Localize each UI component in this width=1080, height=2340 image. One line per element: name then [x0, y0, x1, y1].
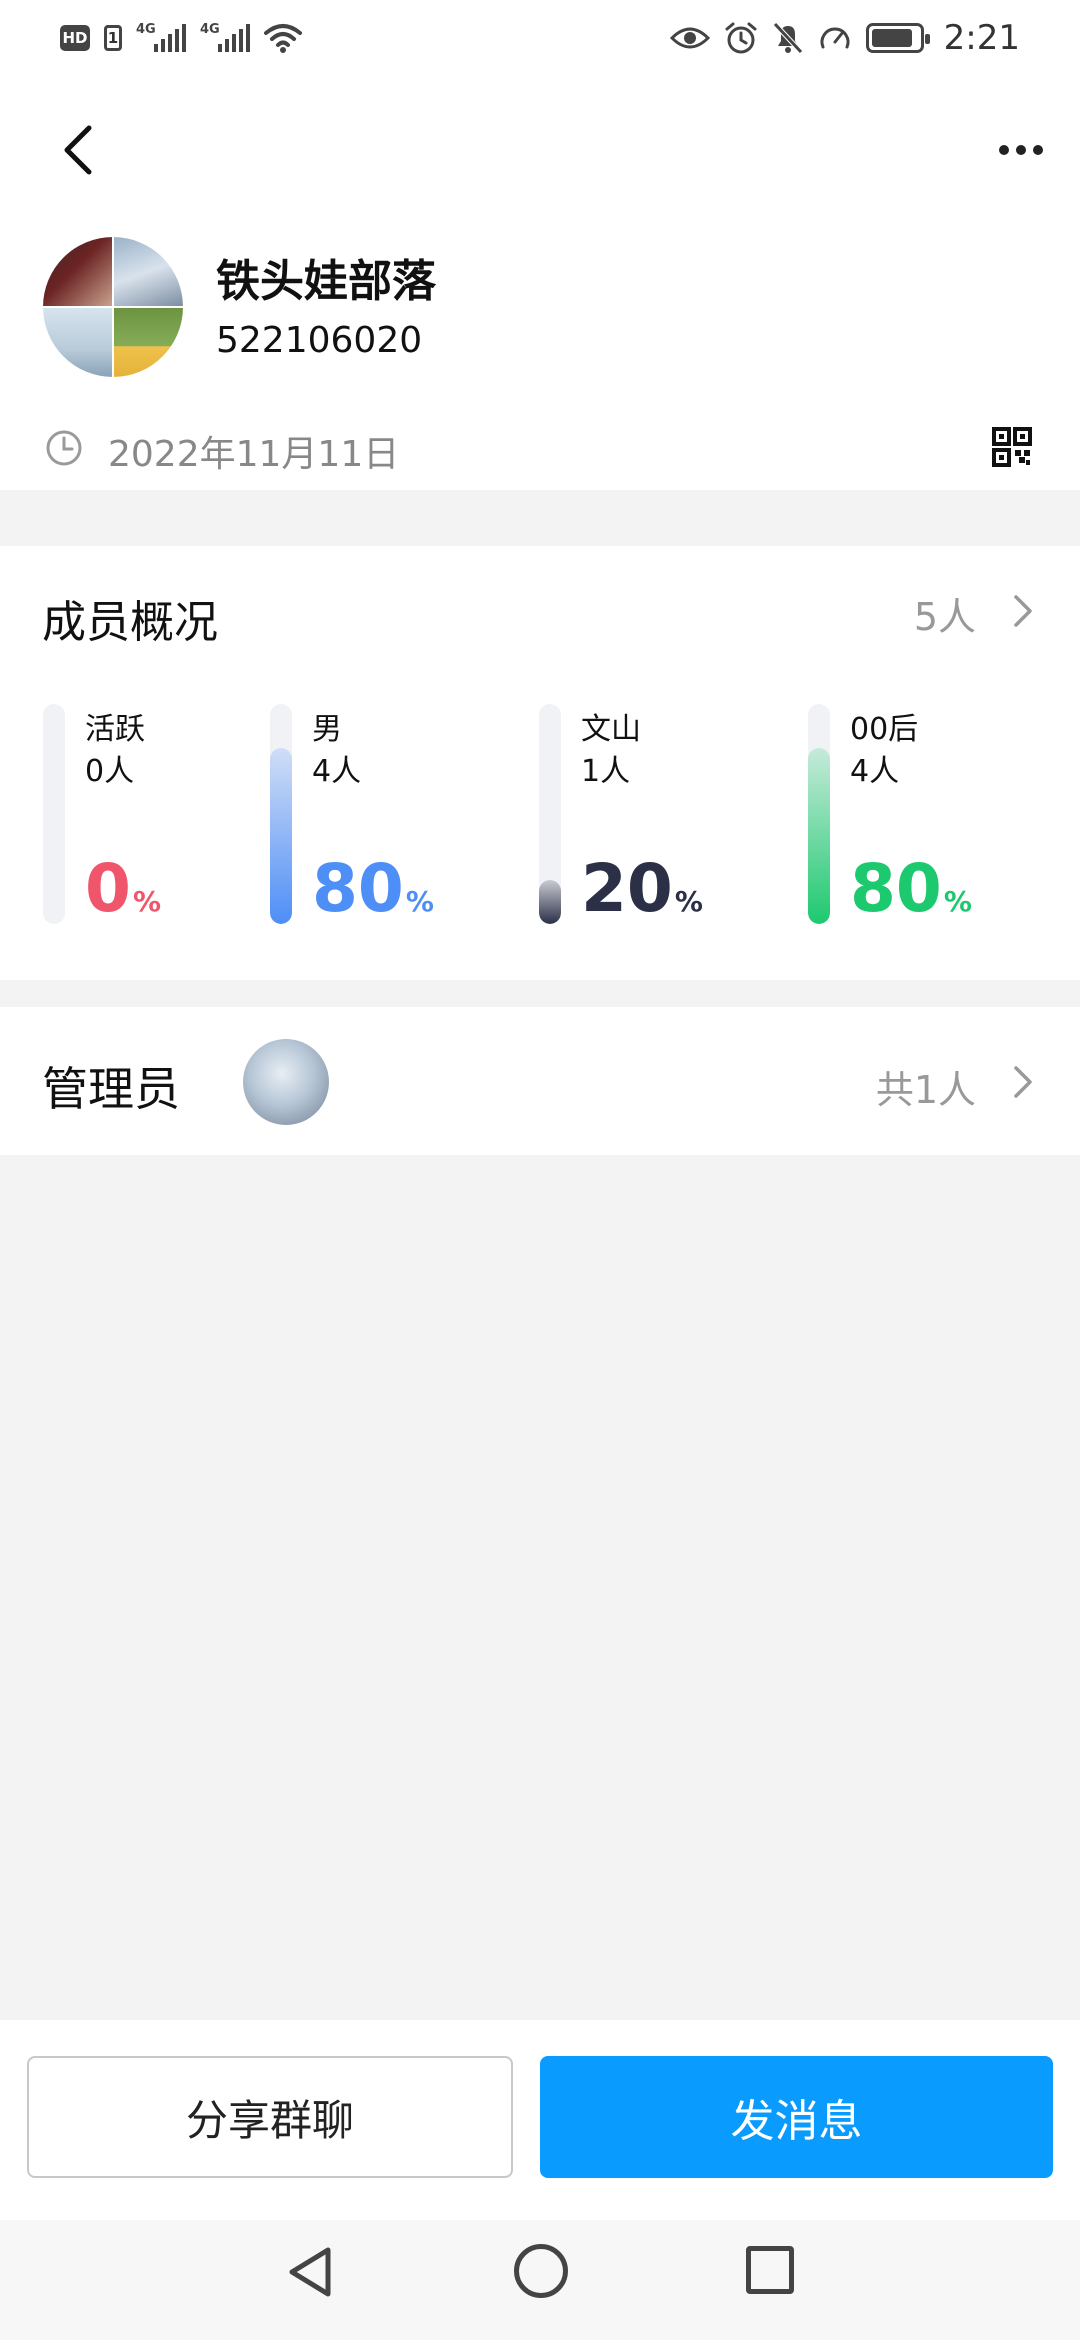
more-options-button[interactable]: [986, 125, 1056, 175]
status-bar: HD 1 4G 4G 2:21: [0, 0, 1080, 75]
signal-icon: 4G: [200, 21, 250, 52]
stat-percent-value: 80: [312, 850, 404, 927]
dot-icon: [1033, 145, 1043, 155]
members-title: 成员概况: [42, 597, 218, 648]
avatar-tile: [43, 308, 112, 377]
group-header-card: 铁头娃部落 522106020 2022年11月11日: [0, 75, 1080, 490]
stat-percent-value: 0: [85, 850, 131, 927]
stat-percent-unit: %: [674, 885, 703, 918]
share-group-button[interactable]: 分享群聊: [27, 2056, 513, 2178]
chevron-right-icon: [1014, 1066, 1032, 1098]
eye-icon: [669, 27, 710, 48]
speed-icon: [820, 27, 850, 48]
members-overview-card[interactable]: 成员概况 5人 活跃 0人 0% 男 4人 80% 文山 1人 20% 00后 …: [0, 546, 1080, 980]
network-type-1: 4G: [136, 21, 156, 37]
stat-male: 男 4人 80%: [270, 704, 470, 934]
alarm-icon: [725, 22, 757, 53]
stat-bar: [270, 748, 292, 924]
stat-label: 男: [312, 712, 342, 747]
system-nav-bar: [0, 2220, 1080, 2340]
mute-bell-icon: [772, 21, 803, 54]
stat-track: [43, 704, 65, 924]
created-date: 2022年11月11日: [108, 434, 400, 475]
signal-icon: 4G: [136, 21, 186, 52]
nav-recents-icon[interactable]: [746, 2246, 794, 2294]
status-right: 2:21: [669, 17, 1020, 58]
status-time: 2:21: [943, 17, 1020, 58]
stat-percent-unit: %: [943, 885, 972, 918]
chevron-right-icon: [1014, 595, 1032, 627]
stat-label: 活跃: [85, 712, 145, 747]
stat-percent: 0%: [85, 854, 161, 937]
stat-percent-value: 20: [581, 850, 673, 927]
group-id: 522106020: [216, 320, 423, 361]
qr-code-icon[interactable]: [992, 427, 1032, 467]
status-left: HD 1 4G 4G: [60, 21, 302, 53]
sim-badge: 1: [104, 24, 122, 51]
stat-age: 00后 4人 80%: [808, 704, 1008, 934]
stat-count: 1人: [581, 754, 631, 789]
stat-region: 文山 1人 20%: [539, 704, 739, 934]
group-avatar[interactable]: [43, 237, 183, 377]
stat-count: 0人: [85, 754, 135, 789]
chevron-left-icon: [64, 125, 92, 175]
avatar-tile: [114, 237, 183, 306]
stat-active: 活跃 0人 0%: [43, 704, 243, 934]
battery-icon: [865, 22, 930, 53]
stat-percent: 20%: [581, 854, 703, 937]
avatar-tile: [114, 308, 183, 377]
stat-label: 00后: [850, 712, 919, 747]
admin-avatar[interactable]: [243, 1039, 329, 1125]
dot-icon: [999, 145, 1009, 155]
members-total: 5人: [913, 595, 976, 639]
send-message-button[interactable]: 发消息: [540, 2056, 1053, 2178]
stat-label: 文山: [581, 712, 641, 747]
nav-back-icon[interactable]: [282, 2242, 342, 2302]
back-button[interactable]: [48, 115, 108, 185]
avatar-tile: [43, 237, 112, 306]
dot-icon: [1016, 145, 1026, 155]
group-name: 铁头娃部落: [216, 256, 436, 307]
network-type-2: 4G: [200, 21, 220, 37]
wifi-icon: [264, 23, 302, 53]
nav-home-icon[interactable]: [514, 2244, 568, 2298]
stat-percent-unit: %: [132, 885, 161, 918]
admins-title: 管理员: [42, 1062, 180, 1116]
clock-icon: [46, 430, 82, 466]
group-info-page: HD 1 4G 4G 2:21 铁头娃部落 522106020 2022年11月…: [0, 0, 1080, 2340]
stat-percent: 80%: [850, 854, 972, 937]
stat-count: 4人: [850, 754, 900, 789]
stat-track: [539, 704, 561, 924]
admins-card[interactable]: 管理员 共1人: [0, 1007, 1080, 1155]
stat-track: [808, 704, 830, 924]
hd-badge: HD: [60, 24, 90, 51]
stat-bar: [808, 748, 830, 924]
action-bar: 分享群聊 发消息: [0, 2020, 1080, 2220]
stat-percent-value: 80: [850, 850, 942, 927]
stat-percent: 80%: [312, 854, 434, 937]
admins-count: 共1人: [875, 1068, 976, 1112]
stat-count: 4人: [312, 754, 362, 789]
stat-bar: [539, 880, 561, 924]
stat-track: [270, 704, 292, 924]
stat-percent-unit: %: [405, 885, 434, 918]
